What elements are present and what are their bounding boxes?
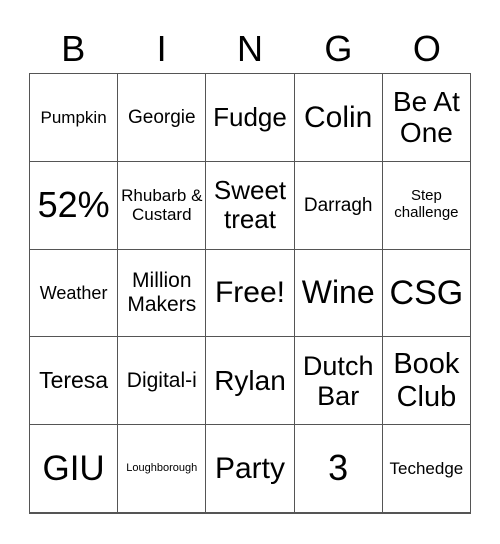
- cell-label: Teresa: [39, 366, 109, 393]
- bingo-grid: Pumpkin Georgie Fudge Colin Be At One 52…: [29, 73, 471, 514]
- cell-label: Step challenge: [394, 187, 459, 222]
- cell-label: Be At One: [392, 86, 460, 149]
- cell-label: Fudge: [213, 101, 287, 132]
- bingo-cell[interactable]: Colin: [294, 74, 383, 162]
- bingo-cell[interactable]: 3: [294, 425, 383, 513]
- bingo-cell[interactable]: Dutch Bar: [294, 337, 383, 426]
- cell-label: Weather: [39, 282, 108, 303]
- header-letter-o: O: [412, 28, 441, 69]
- bingo-cell[interactable]: Million Makers: [118, 249, 207, 338]
- cell-label: Pumpkin: [40, 107, 107, 127]
- cell-label: Darragh: [303, 194, 373, 216]
- bingo-cell[interactable]: Weather: [30, 249, 119, 338]
- cell-label: Techedge: [389, 459, 464, 479]
- cell-label: Wine: [301, 274, 375, 311]
- bingo-cell-free[interactable]: Free!: [206, 249, 295, 338]
- header-letter-n: N: [237, 28, 264, 69]
- cell-label: Georgie: [127, 106, 196, 128]
- cell-label: 52%: [37, 184, 110, 226]
- bingo-cell[interactable]: Be At One: [382, 74, 471, 162]
- bingo-cell[interactable]: Wine: [294, 249, 383, 338]
- bingo-cell[interactable]: Fudge: [206, 74, 295, 162]
- bingo-cell[interactable]: Loughborough: [118, 425, 207, 513]
- cell-label: Book Club: [393, 348, 460, 413]
- bingo-cell[interactable]: Book Club: [382, 337, 471, 426]
- bingo-cell[interactable]: Rhubarb & Custard: [118, 161, 207, 250]
- cell-label: Dutch Bar: [302, 350, 374, 411]
- cell-label: Free!: [214, 276, 285, 310]
- bingo-cell[interactable]: Digital-i: [118, 337, 207, 426]
- cell-label: Digital-i: [126, 369, 197, 393]
- cell-label: Sweet treat: [213, 175, 287, 235]
- bingo-cell[interactable]: Georgie: [118, 74, 207, 162]
- cell-label: Loughborough: [126, 462, 198, 475]
- cell-label: GIU: [42, 449, 105, 488]
- cell-label: Rhubarb & Custard: [121, 186, 203, 225]
- cell-label: Rylan: [214, 365, 286, 397]
- bingo-cell[interactable]: Step challenge: [382, 161, 471, 250]
- header-letter-i: I: [156, 28, 167, 69]
- bingo-cell[interactable]: Pumpkin: [30, 74, 119, 162]
- cell-label: Party: [214, 451, 285, 485]
- cell-label: Colin: [304, 100, 373, 134]
- header-letter-b: B: [61, 28, 86, 69]
- bingo-cell[interactable]: 52%: [30, 161, 119, 250]
- bingo-cell[interactable]: Rylan: [206, 337, 295, 426]
- cell-label: Million Makers: [127, 269, 197, 316]
- bingo-cell[interactable]: CSG: [382, 249, 471, 338]
- bingo-cell[interactable]: Techedge: [382, 425, 471, 513]
- bingo-cell[interactable]: Darragh: [294, 161, 383, 250]
- bingo-cell[interactable]: Party: [206, 425, 295, 513]
- cell-label: CSG: [389, 273, 464, 312]
- cell-label: 3: [328, 447, 349, 489]
- bingo-cell[interactable]: Sweet treat: [206, 161, 295, 250]
- bingo-header: B I N G O: [29, 26, 471, 72]
- bingo-cell[interactable]: Teresa: [30, 337, 119, 426]
- header-letter-g: G: [324, 28, 353, 69]
- bingo-cell[interactable]: GIU: [30, 425, 119, 513]
